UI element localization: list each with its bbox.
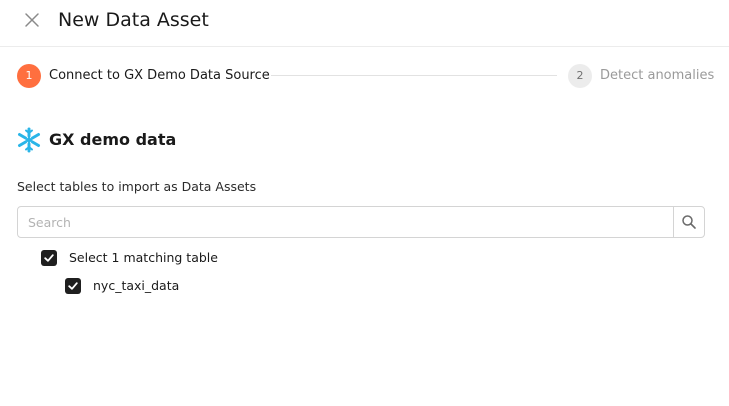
snowflake-icon (16, 127, 42, 153)
checkmark-icon (68, 282, 78, 290)
table-list-item: nyc_taxi_data (65, 277, 365, 295)
step-2-label: Detect anomalies (600, 68, 715, 83)
step-2-number: 2 (568, 64, 592, 88)
step-connector (271, 75, 557, 76)
table-name: nyc_taxi_data (93, 278, 180, 293)
new-data-asset-dialog: New Data Asset 1 Connect to GX Demo Data… (0, 0, 729, 406)
close-icon (25, 13, 39, 27)
checkmark-icon (44, 254, 54, 262)
step-1-number: 1 (17, 64, 41, 88)
search-icon (682, 215, 696, 229)
stepper: 1 Connect to GX Demo Data Source 2 Detec… (0, 62, 729, 90)
search-input[interactable] (18, 207, 674, 237)
select-all-checkbox[interactable] (41, 250, 57, 266)
select-tables-label: Select tables to import as Data Assets (17, 179, 257, 194)
search-button[interactable] (673, 207, 704, 237)
dialog-title: New Data Asset (58, 9, 209, 31)
select-all-row: Select 1 matching table (41, 249, 341, 267)
close-button[interactable] (22, 10, 42, 30)
select-all-label: Select 1 matching table (69, 250, 218, 265)
data-source-name: GX demo data (49, 130, 177, 149)
dialog-header: New Data Asset (0, 0, 729, 47)
step-1-label: Connect to GX Demo Data Source (49, 68, 270, 83)
search-box (17, 206, 705, 238)
table-checkbox[interactable] (65, 278, 81, 294)
